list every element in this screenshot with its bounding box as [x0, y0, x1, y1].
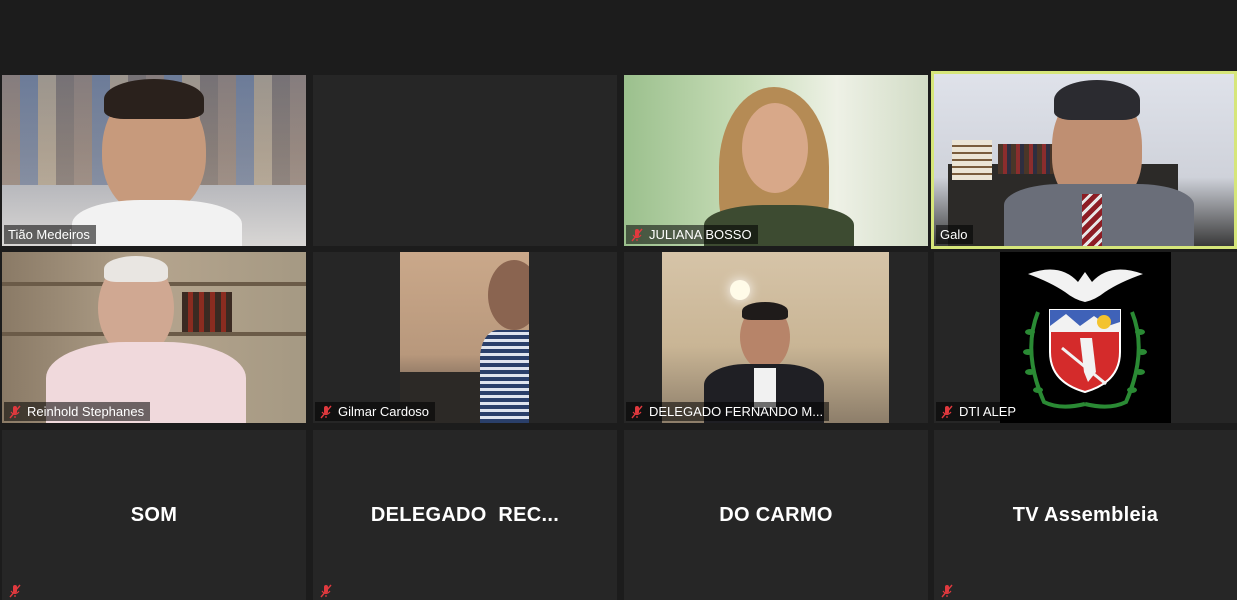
participant-tile-9[interactable]: SOM	[2, 430, 306, 600]
participant-tile-2[interactable]	[313, 75, 617, 246]
mic-muted-icon	[941, 405, 953, 418]
participant-name-tag: Reinhold Stephanes	[4, 402, 151, 421]
participant-video	[624, 75, 928, 246]
mic-muted-icon	[631, 405, 643, 418]
participant-tile-5[interactable]: Reinhold Stephanes	[2, 252, 306, 423]
participant-name-tag: DTI ALEP	[936, 402, 1023, 421]
coat-of-arms-emblem	[1023, 269, 1147, 409]
participant-name-large: SOM	[130, 504, 178, 526]
participant-name-tag: DELEGADO FERNANDO M...	[626, 402, 830, 421]
participant-tile-11[interactable]: DO CARMO	[624, 430, 928, 600]
participant-tile-3[interactable]: JULIANA BOSSO	[624, 75, 928, 246]
participant-video	[662, 252, 889, 423]
participant-name-tag: Gilmar Cardoso	[315, 402, 436, 421]
participant-name-large: TV Assembleia	[1012, 504, 1159, 526]
participant-video	[2, 75, 306, 246]
gallery-grid: Tião Medeiros JULIANA BOSSO Galo Reinhol…	[0, 0, 1237, 600]
participant-video	[400, 252, 529, 423]
participant-name: Tião Medeiros	[8, 227, 90, 242]
participant-name-tag: Tião Medeiros	[4, 225, 96, 244]
participant-video	[934, 74, 1234, 246]
participant-video	[2, 252, 306, 423]
participant-name: Reinhold Stephanes	[27, 404, 145, 419]
participant-tile-6[interactable]: Gilmar Cardoso	[313, 252, 617, 423]
participant-name-large: DELEGADO REC...	[370, 504, 560, 526]
mic-muted-icon	[941, 584, 953, 598]
mic-muted-icon	[9, 584, 21, 598]
mic-muted-icon	[320, 584, 332, 598]
participant-video	[1000, 252, 1171, 423]
participant-name: DTI ALEP	[959, 404, 1017, 419]
participant-name-tag: Galo	[936, 225, 974, 244]
participant-tile-12[interactable]: TV Assembleia	[934, 430, 1237, 600]
participant-tile-1[interactable]: Tião Medeiros	[2, 75, 306, 246]
participant-tile-8[interactable]: DTI ALEP	[934, 252, 1237, 423]
participant-name: Galo	[940, 227, 968, 242]
mic-muted-icon	[631, 228, 643, 241]
participant-name: Gilmar Cardoso	[338, 404, 430, 419]
participant-name-large: DO CARMO	[719, 504, 833, 526]
participant-tile-10[interactable]: DELEGADO REC...	[313, 430, 617, 600]
participant-tile-4[interactable]: Galo	[931, 71, 1237, 249]
participant-name: JULIANA BOSSO	[649, 227, 752, 242]
participant-name: DELEGADO FERNANDO M...	[649, 404, 824, 419]
mic-muted-icon	[320, 405, 332, 418]
participant-tile-7[interactable]: DELEGADO FERNANDO M...	[624, 252, 928, 423]
participant-name-tag: JULIANA BOSSO	[626, 225, 758, 244]
mic-muted-icon	[9, 405, 21, 418]
